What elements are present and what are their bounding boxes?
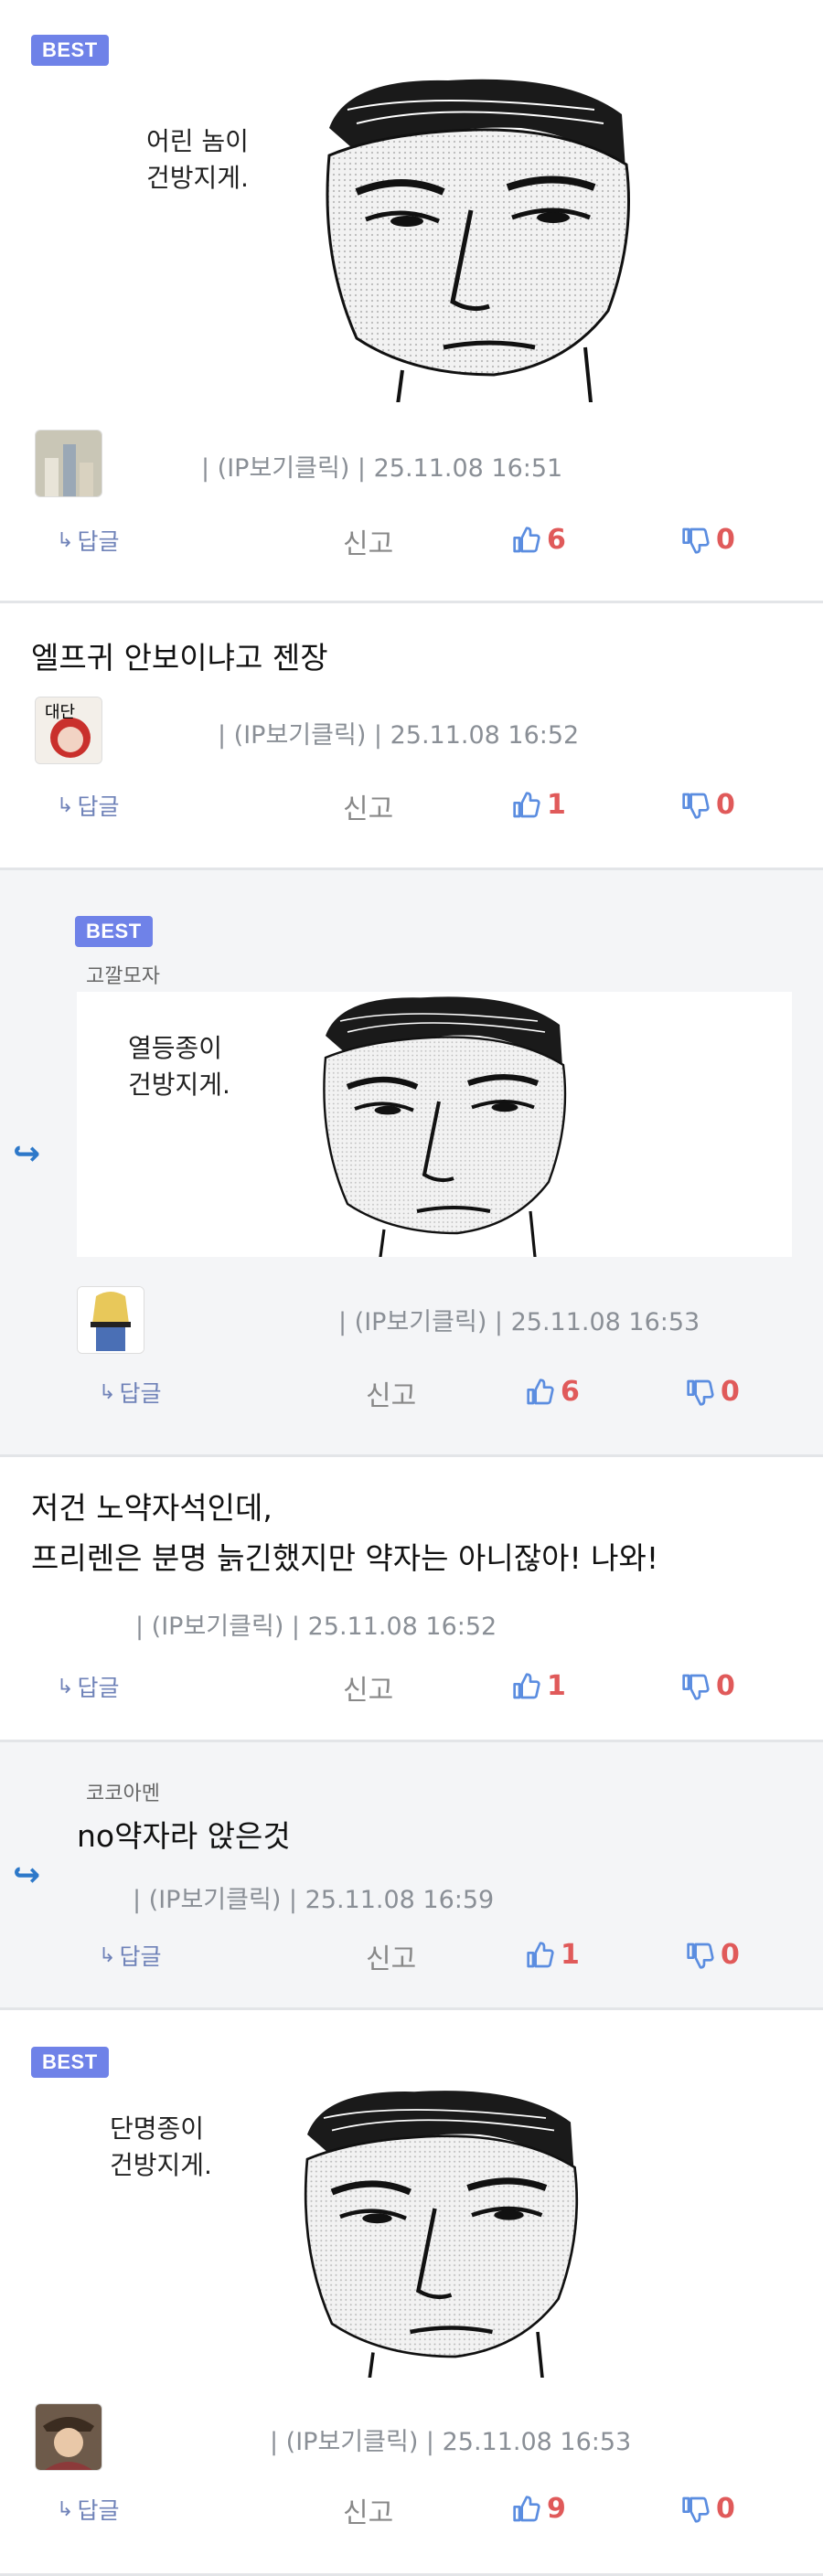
reply-indicator-icon: ↪ bbox=[13, 1135, 41, 1173]
comment-meta[interactable]: | (IP보기클릭) | 25.11.08 16:59 bbox=[133, 1879, 494, 1915]
reply-arrow-icon: ↳ bbox=[99, 1943, 116, 1967]
comment-meta[interactable]: | (IP보기클릭) | 25.11.08 16:52 bbox=[218, 715, 579, 750]
thumbs-down-icon bbox=[682, 1674, 710, 1700]
thumbs-down-icon bbox=[682, 2496, 710, 2523]
dislike-button[interactable]: 0 bbox=[681, 524, 735, 556]
dislike-count: 0 bbox=[716, 524, 735, 556]
comment-actions: ↳ 답글 신고 1 0 bbox=[0, 782, 823, 836]
avatar[interactable] bbox=[35, 430, 102, 497]
comment-actions: ↳ 답글 신고 9 0 bbox=[0, 2486, 823, 2540]
comment-image[interactable] bbox=[137, 2085, 649, 2378]
thumbs-up-icon bbox=[513, 791, 540, 817]
dislike-button[interactable]: 0 bbox=[686, 1939, 740, 1971]
image-caption: 단명종이 건방지게. bbox=[110, 2113, 212, 2180]
dislike-button[interactable]: 0 bbox=[681, 789, 735, 821]
dislike-button[interactable]: 0 bbox=[681, 2493, 735, 2525]
comment-text: 엘프귀 안보이냐고 젠장 bbox=[31, 640, 328, 676]
dislike-count: 0 bbox=[721, 1376, 740, 1408]
comment-text-line-2: 프리렌은 분명 늙긴했지만 약자는 아니잖아! 나와! bbox=[31, 1540, 659, 1576]
reply-arrow-icon: ↳ bbox=[57, 793, 74, 817]
best-badge: BEST bbox=[31, 35, 109, 66]
comment-text: no약자라 앉은것 bbox=[77, 1818, 291, 1854]
dislike-button[interactable]: 0 bbox=[686, 1376, 740, 1408]
comment-image[interactable] bbox=[137, 73, 649, 402]
comment-item: BEST 어린 놈이 건방지게. | (IP보기클릭) | 25.11.08 1… bbox=[0, 0, 823, 603]
thumbs-down-icon bbox=[687, 1943, 714, 1969]
like-count: 6 bbox=[547, 524, 566, 556]
dislike-count: 0 bbox=[716, 2493, 735, 2525]
comment-item: 엘프귀 안보이냐고 젠장 대단 | (IP보기클릭) | 25.11.08 16… bbox=[0, 603, 823, 870]
comment-item: 저건 노약자석인데, 프리렌은 분명 늙긴했지만 약자는 아니잖아! 나와! |… bbox=[0, 1457, 823, 1742]
thumbs-down-icon bbox=[682, 527, 710, 554]
like-count: 6 bbox=[561, 1376, 580, 1408]
comment-text-line-1: 저건 노약자석인데, bbox=[31, 1490, 273, 1526]
thumbs-up-icon bbox=[513, 2495, 540, 2521]
image-caption: 열등종이 건방지게. bbox=[128, 1033, 230, 1100]
reply-arrow-icon: ↳ bbox=[57, 2497, 74, 2521]
comment-author[interactable]: 코코아멘 bbox=[86, 1777, 160, 1806]
report-button[interactable]: 신고 bbox=[366, 1936, 416, 1976]
like-count: 9 bbox=[547, 2493, 566, 2525]
svg-text:대단: 대단 bbox=[45, 703, 75, 722]
report-button[interactable]: 신고 bbox=[366, 1373, 416, 1413]
comment-meta[interactable]: | (IP보기클릭) | 25.11.08 16:53 bbox=[338, 1302, 700, 1337]
like-button[interactable]: 1 bbox=[512, 789, 566, 821]
avatar[interactable] bbox=[77, 1286, 144, 1354]
avatar[interactable]: 대단 bbox=[35, 697, 102, 764]
like-button[interactable]: 9 bbox=[512, 2493, 566, 2525]
comment-meta[interactable]: | (IP보기클릭) | 25.11.08 16:51 bbox=[201, 448, 562, 484]
like-count: 1 bbox=[547, 789, 566, 821]
comment-actions: ↳ 답글 신고 1 0 bbox=[0, 1663, 823, 1718]
comment-actions: ↳ 답글 신고 1 0 bbox=[0, 1932, 823, 1986]
comment-reply-item: ↪ 코코아멘 no약자라 앉은것 | (IP보기클릭) | 25.11.08 1… bbox=[0, 1742, 823, 2010]
like-button[interactable]: 1 bbox=[526, 1939, 580, 1971]
thumbs-up-icon bbox=[527, 1378, 554, 1404]
comment-author[interactable]: 고깔모자 bbox=[86, 960, 160, 989]
report-button[interactable]: 신고 bbox=[343, 2490, 393, 2530]
report-button[interactable]: 신고 bbox=[343, 1667, 393, 1708]
like-count: 1 bbox=[547, 1670, 566, 1702]
reply-arrow-icon: ↳ bbox=[99, 1380, 116, 1404]
reply-button[interactable]: ↳ 답글 bbox=[57, 1670, 119, 1703]
dislike-count: 0 bbox=[716, 789, 735, 821]
reply-button[interactable]: ↳ 답글 bbox=[99, 1939, 161, 1972]
reply-indicator-icon: ↪ bbox=[13, 1857, 41, 1894]
comment-meta[interactable]: | (IP보기클릭) | 25.11.08 16:53 bbox=[270, 2422, 631, 2457]
like-button[interactable]: 6 bbox=[512, 524, 566, 556]
comment-reply-item: ↪ BEST 고깔모자 열등종이 건방지게. | (IP보기클릭) | 25.1… bbox=[0, 870, 823, 1457]
reply-button[interactable]: ↳ 답글 bbox=[57, 2493, 119, 2526]
like-button[interactable]: 6 bbox=[526, 1376, 580, 1408]
thumbs-down-icon bbox=[687, 1379, 714, 1406]
best-badge: BEST bbox=[31, 2047, 109, 2078]
dislike-button[interactable]: 0 bbox=[681, 1670, 735, 1702]
dislike-count: 0 bbox=[721, 1939, 740, 1971]
image-caption: 어린 놈이 건방지게. bbox=[146, 126, 249, 193]
thumbs-up-icon bbox=[513, 1672, 540, 1698]
comment-meta[interactable]: | (IP보기클릭) | 25.11.08 16:52 bbox=[135, 1606, 497, 1642]
report-button[interactable]: 신고 bbox=[343, 521, 393, 561]
reply-button[interactable]: ↳ 답글 bbox=[57, 789, 119, 822]
reply-arrow-icon: ↳ bbox=[57, 1675, 74, 1698]
like-count: 1 bbox=[561, 1939, 580, 1971]
comment-actions: ↳ 답글 신고 6 0 bbox=[0, 516, 823, 571]
reply-arrow-icon: ↳ bbox=[57, 528, 74, 552]
reply-button[interactable]: ↳ 답글 bbox=[57, 524, 119, 557]
thumbs-up-icon bbox=[513, 526, 540, 552]
report-button[interactable]: 신고 bbox=[343, 786, 393, 826]
reply-button[interactable]: ↳ 답글 bbox=[99, 1376, 161, 1409]
comment-actions: ↳ 답글 신고 6 0 bbox=[0, 1368, 823, 1423]
dislike-count: 0 bbox=[716, 1670, 735, 1702]
like-button[interactable]: 1 bbox=[512, 1670, 566, 1702]
best-badge: BEST bbox=[75, 916, 153, 947]
thumbs-up-icon bbox=[527, 1941, 554, 1967]
comment-item: BEST 단명종이 건방지게. | (IP보기클릭) | 25.11.08 16… bbox=[0, 2010, 823, 2576]
thumbs-down-icon bbox=[682, 793, 710, 819]
avatar[interactable] bbox=[35, 2403, 102, 2471]
